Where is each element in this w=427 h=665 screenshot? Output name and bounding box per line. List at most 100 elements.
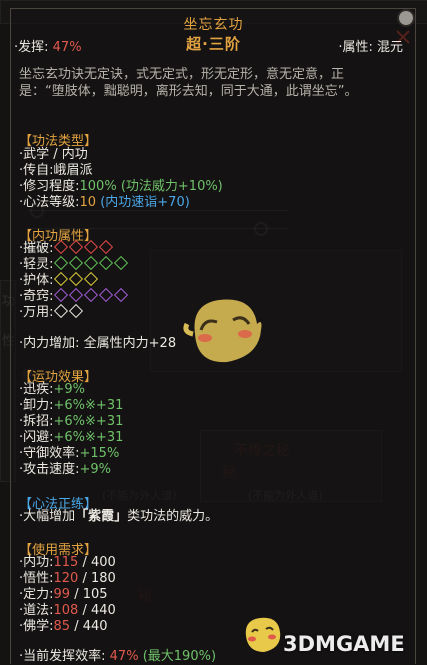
requirement-current: 120 (53, 571, 79, 586)
practice-bonus: (功法威力+10%) (120, 179, 223, 194)
attribute-diamonds (53, 239, 116, 256)
effect-row: ·守御效率:+15% (19, 446, 119, 461)
heart-method-line: ·大幅增加「紫霞」类功法的威力。 (19, 509, 218, 524)
technique-martial-line: ·武学 / 内功 (19, 147, 88, 162)
diamond-icon (53, 255, 68, 271)
diamond-icon (83, 239, 98, 255)
skill-title: 坐忘玄功 (183, 17, 244, 33)
efficiency-value: 47% (109, 649, 139, 664)
heart-method-suffix: 类功法的威力。 (127, 509, 219, 524)
requirement-separator: / (70, 587, 83, 602)
effect-label: ·闪避: (19, 430, 54, 445)
watermark-mascot-icon (245, 617, 281, 652)
effect-label: ·迅疾: (19, 382, 54, 397)
internal-boost-label: ·内力增加: (19, 336, 80, 351)
attribute-diamonds (53, 271, 101, 288)
diamond-icon (83, 271, 98, 287)
diamond-icon (53, 287, 68, 303)
mascot-character-icon (183, 299, 262, 363)
requirement-current: 85 (53, 619, 71, 634)
performance-header: ·发挥: 47% (14, 36, 82, 55)
diamond-icon (98, 287, 113, 303)
effect-value: +6%※+31 (53, 398, 124, 413)
requirement-current: 99 (53, 587, 71, 602)
effect-value: +6%※+31 (53, 430, 124, 445)
practice-value: 100% (79, 179, 117, 194)
diamond-icon (68, 287, 83, 303)
current-efficiency-line: ·当前发挥效率: 47% (最大190%) (19, 649, 216, 664)
attribute-label: ·万用: (19, 305, 54, 320)
requirement-separator: / (78, 555, 91, 570)
effect-row: ·拆招:+6%※+31 (19, 414, 123, 429)
attribute-row: ·万用: (19, 303, 86, 320)
diamond-icon (83, 255, 98, 271)
effect-row: ·闪避:+6%※+31 (19, 430, 123, 445)
requirement-current: 108 (53, 603, 79, 618)
attribute-diamonds (53, 255, 131, 272)
effect-row: ·卸力:+6%※+31 (19, 398, 123, 413)
heart-method-highlight: 「紫霞」 (75, 509, 128, 524)
attribute-label: ·护体: (19, 273, 54, 288)
requirement-label: ·悟性: (19, 571, 54, 586)
requirement-row: ·佛学:85 / 440 (19, 619, 108, 634)
effect-label: ·守御效率: (19, 446, 80, 461)
diamond-icon (53, 271, 68, 287)
technique-sect-line: ·传自:峨眉派 (19, 163, 93, 178)
sect-value: 峨眉派 (53, 163, 93, 178)
requirement-separator: / (70, 619, 83, 634)
requirement-label: ·道法: (19, 603, 54, 618)
diamond-icon (68, 255, 83, 271)
effect-value: +15% (79, 446, 120, 461)
requirement-row: ·道法:108 / 440 (19, 603, 116, 618)
practice-label: ·修习程度: (19, 179, 80, 194)
efficiency-max: (最大190%) (142, 649, 217, 664)
diamond-icon (98, 255, 113, 271)
attribute-diamonds (53, 303, 86, 320)
diamond-icon (68, 239, 83, 255)
diamond-icon (83, 287, 98, 303)
requirement-required: 400 (91, 555, 116, 570)
heart-level-label: ·心法等级: (19, 195, 80, 210)
requirement-separator: / (78, 571, 91, 586)
effect-row: ·攻击速度:+9% (19, 462, 111, 477)
heart-method-text: ·大幅增加 (19, 509, 76, 524)
heart-level-value: 10 (79, 195, 97, 210)
diamond-icon (68, 271, 83, 287)
sect-label: ·传自: (19, 163, 54, 178)
internal-boost-value: 全属性内力+28 (83, 336, 177, 351)
attribute-row: ·奇窍: (19, 287, 131, 304)
requirement-required: 180 (91, 571, 116, 586)
heart-level-bonus: (内功速诣+70) (100, 195, 190, 210)
effect-value: +6%※+31 (53, 414, 124, 429)
performance-value: 47% (52, 40, 82, 55)
watermark-logo: 3DMGAME (283, 632, 405, 656)
requirement-row: ·定力:99 / 105 (19, 587, 108, 602)
requirement-separator: / (78, 603, 91, 618)
diamond-icon (68, 303, 83, 319)
requirement-required: 105 (82, 587, 108, 602)
effect-label: ·攻击速度: (19, 462, 80, 477)
effect-value: +9% (79, 462, 112, 477)
requirement-required: 440 (82, 619, 108, 634)
effect-label: ·卸力: (19, 398, 54, 413)
requirement-label: ·定力: (19, 587, 54, 602)
effect-row: ·迅疾:+9% (19, 382, 85, 397)
technique-practice-line: ·修习程度:100% (功法威力+10%) (19, 179, 223, 194)
requirement-label: ·内功: (19, 555, 54, 570)
attribute-diamonds (53, 287, 131, 304)
diamond-icon (53, 303, 68, 319)
diamond-icon (113, 287, 128, 303)
diamond-icon (53, 239, 68, 255)
performance-label: ·发挥: (14, 40, 49, 55)
requirement-required: 440 (91, 603, 116, 618)
attribute-header: ·属性: 混元 (338, 40, 403, 55)
attribute-row: ·轻灵: (19, 255, 131, 272)
attribute-row: ·护体: (19, 271, 101, 288)
requirement-label: ·佛学: (19, 619, 54, 634)
attribute-label: ·奇窍: (19, 289, 54, 304)
diamond-icon (113, 255, 128, 271)
attribute-row: ·摧破: (19, 239, 116, 256)
effect-label: ·拆招: (19, 414, 54, 429)
internal-boost-line: ·内力增加: 全属性内力+28 (19, 336, 176, 351)
skill-description: 坐忘玄功诀无定诀，式无定式，形无定形，意无定意，正是：“堕肢体，黜聪明，离形去知… (19, 67, 358, 99)
